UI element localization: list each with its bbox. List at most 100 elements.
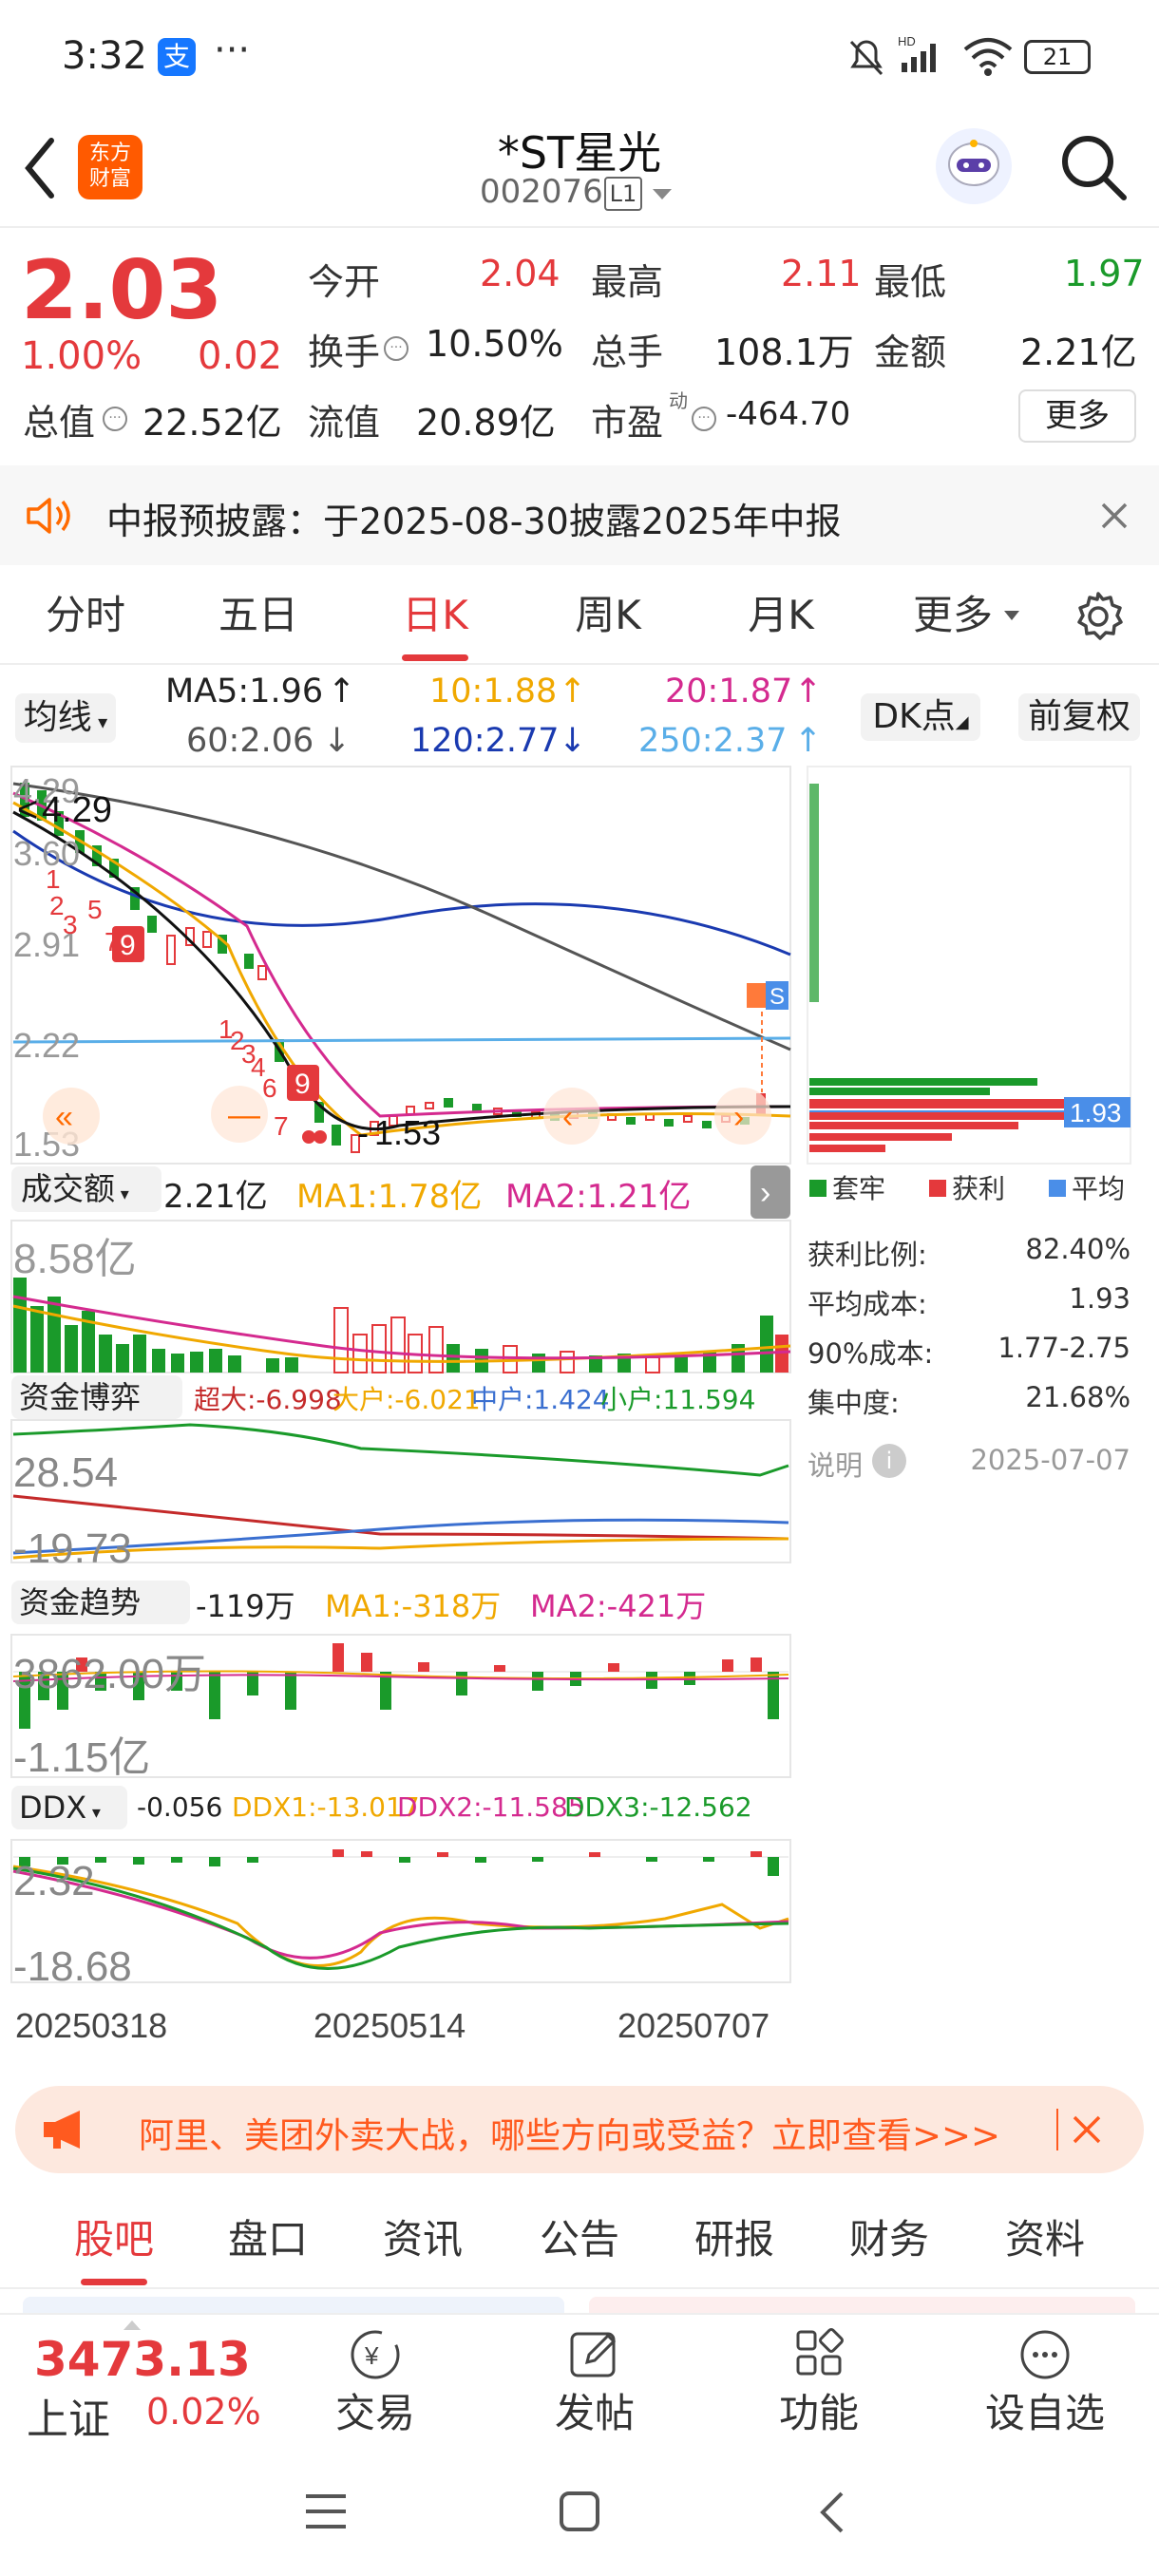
ddx1-value: DDX1:-13.017 — [232, 1791, 420, 1823]
tab-monthly-k[interactable]: 月K — [724, 565, 838, 665]
volume-ma2: MA2:1.21亿 — [505, 1178, 692, 1216]
info-dots-icon[interactable]: ··· — [103, 407, 127, 431]
ddx-value: -0.056 — [137, 1791, 223, 1823]
fund-mid: 中户:1.424 — [471, 1384, 610, 1415]
ma10-value: 10:1.88 — [429, 672, 558, 710]
close-icon[interactable] — [1100, 502, 1129, 530]
chevron-down-icon[interactable] — [1003, 610, 1020, 621]
buy-marker — [747, 983, 768, 1008]
tab-intraday[interactable]: 分时 — [28, 565, 142, 665]
total-cap-value: 22.52亿 — [142, 402, 282, 444]
high-value: 2.11 — [781, 253, 862, 294]
nav-post[interactable]: 发帖 — [538, 2315, 652, 2443]
nav-functions[interactable]: 功能 — [762, 2315, 876, 2443]
megaphone-icon — [44, 2111, 80, 2149]
grid-icon — [796, 2328, 844, 2376]
ddx-selector[interactable]: DDX ▾ — [11, 1786, 127, 1829]
ma20-value: 20:1.87 — [665, 672, 793, 710]
date-label-end: 20250707 — [618, 2006, 770, 2045]
volume-ma1: MA1:1.78亿 — [296, 1178, 483, 1216]
nav-add-watchlist[interactable]: 设自选 — [974, 2315, 1116, 2443]
close-icon[interactable] — [1072, 2114, 1102, 2145]
quote-panel: 2.03 1.00% 0.02 今开 2.04 最高 2.11 最低 1.97 … — [0, 230, 1159, 458]
adjust-button[interactable]: 前复权 — [1018, 693, 1140, 741]
more-dots-icon: ··· — [214, 28, 251, 72]
chip-stat-label: 90%成本: — [808, 1337, 934, 1370]
index-name: 上证 — [27, 2396, 110, 2444]
tab-more[interactable]: 更多 — [901, 565, 1005, 665]
settings-gear-icon[interactable] — [1072, 590, 1125, 643]
fund-large: 大户:-6.021 — [332, 1384, 481, 1415]
tab-research[interactable]: 研报 — [668, 2189, 801, 2289]
volume-selector[interactable]: 成交额 ▾ — [11, 1166, 162, 1212]
ddx2-value: DDX2:-11.585 — [397, 1791, 585, 1823]
ma-selector[interactable]: 均线 ▾ — [15, 693, 116, 743]
nine-badge-text: 9 — [294, 1069, 311, 1100]
fund-game-selector[interactable]: 资金博弈 — [11, 1375, 182, 1419]
ma5-arrow: ↑ — [328, 672, 356, 710]
tab-stock-forum[interactable]: 股吧 — [48, 2189, 180, 2289]
ma10-arrow: ↑ — [559, 672, 587, 710]
chevron-down-icon[interactable] — [652, 188, 673, 201]
svg-text:3: 3 — [63, 910, 78, 939]
info-dots-icon[interactable]: ··· — [384, 336, 408, 361]
chevron-left-icon[interactable]: ‹ — [562, 1099, 573, 1135]
fund-trend-selector[interactable]: 资金趋势 — [11, 1581, 190, 1624]
svg-text:¥: ¥ — [364, 2341, 379, 2370]
low-value: 1.97 — [1064, 253, 1145, 294]
chip-stat-label: 集中度: — [808, 1387, 900, 1419]
pe-dynamic-sup: 动 — [669, 389, 688, 412]
open-label: 今开 — [308, 261, 381, 303]
legend-avg: 平均 — [1072, 1174, 1125, 1203]
ddx-y-bottom: -18.68 — [13, 1943, 132, 1990]
tab-five-day[interactable]: 五日 — [201, 565, 315, 665]
tab-announcements[interactable]: 公告 — [513, 2189, 646, 2289]
edit-icon — [570, 2332, 617, 2377]
svg-text:HD: HD — [898, 34, 916, 48]
dk-point-button[interactable]: DK点◢ — [861, 693, 980, 741]
fund-game-y-top: 28.54 — [13, 1449, 118, 1496]
info-icon[interactable]: i — [872, 1444, 906, 1478]
ma250-value: 250:2.37 — [638, 722, 788, 760]
chip-stat-value: 1.93 — [1069, 1282, 1130, 1315]
bottom-nav: 3473.13 上证 0.02% ¥ 交易 发帖 功能 设自选 — [0, 2313, 1159, 2444]
menu-icon[interactable] — [304, 2492, 348, 2530]
svg-text:6: 6 — [262, 1073, 277, 1103]
status-bar: 3:32 支 ··· HD 21 — [0, 0, 1159, 114]
float-cap-value: 20.89亿 — [416, 402, 556, 444]
legend-trapped: 套牢 — [832, 1174, 885, 1203]
tab-order-book[interactable]: 盘口 — [201, 2189, 334, 2289]
float-cap-label: 流值 — [308, 402, 381, 444]
notice-bar[interactable]: 中报预披露：于2025-08-30披露2025年中报 — [0, 465, 1159, 565]
info-dots-icon[interactable]: ··· — [692, 407, 716, 431]
ma60-value: 60:2.06 — [186, 722, 314, 760]
svg-text:7: 7 — [274, 1111, 289, 1141]
back-nav-icon[interactable] — [817, 2491, 846, 2534]
ad-banner[interactable]: 阿里、美团外卖大战，哪些方向或受益？立即查看>>> — [15, 2086, 1144, 2173]
tab-financials[interactable]: 财务 — [823, 2189, 956, 2289]
level-badge[interactable]: L1 — [604, 177, 642, 211]
minus-icon[interactable]: — — [228, 1097, 260, 1133]
chip-note-row[interactable]: 说明 i 2025-07-07 — [808, 1444, 1130, 1484]
tab-profile[interactable]: 资料 — [978, 2189, 1112, 2289]
change-value: 0.02 — [198, 334, 283, 378]
home-icon[interactable] — [559, 2491, 600, 2532]
tab-news[interactable]: 资讯 — [356, 2189, 489, 2289]
ddx3-value: DDX3:-12.562 — [564, 1791, 752, 1823]
more-button[interactable]: 更多 — [1018, 389, 1136, 443]
nav-trade[interactable]: ¥ 交易 — [318, 2315, 432, 2443]
chip-stat-row: 集中度: 21.68% — [808, 1381, 1130, 1421]
tab-weekly-k[interactable]: 周K — [551, 565, 665, 665]
y-label-3: 2.22 — [13, 1026, 80, 1065]
alipay-icon: 支 — [158, 38, 196, 76]
index-ticker[interactable]: 3473.13 上证 0.02% — [0, 2315, 266, 2444]
expand-up-icon[interactable] — [124, 2320, 141, 2330]
chevron-right-icon[interactable]: › — [733, 1099, 744, 1135]
search-icon[interactable] — [1059, 133, 1128, 201]
content-tabs: 股吧 盘口 资讯 公告 研报 财务 资料 — [0, 2189, 1159, 2289]
robot-avatar-icon[interactable] — [936, 128, 1012, 204]
tab-daily-k[interactable]: 日K — [378, 565, 492, 665]
fund-super-large: 超大:-6.998 — [194, 1384, 342, 1415]
wifi-icon — [963, 38, 1013, 76]
double-left-icon[interactable]: « — [55, 1099, 73, 1135]
